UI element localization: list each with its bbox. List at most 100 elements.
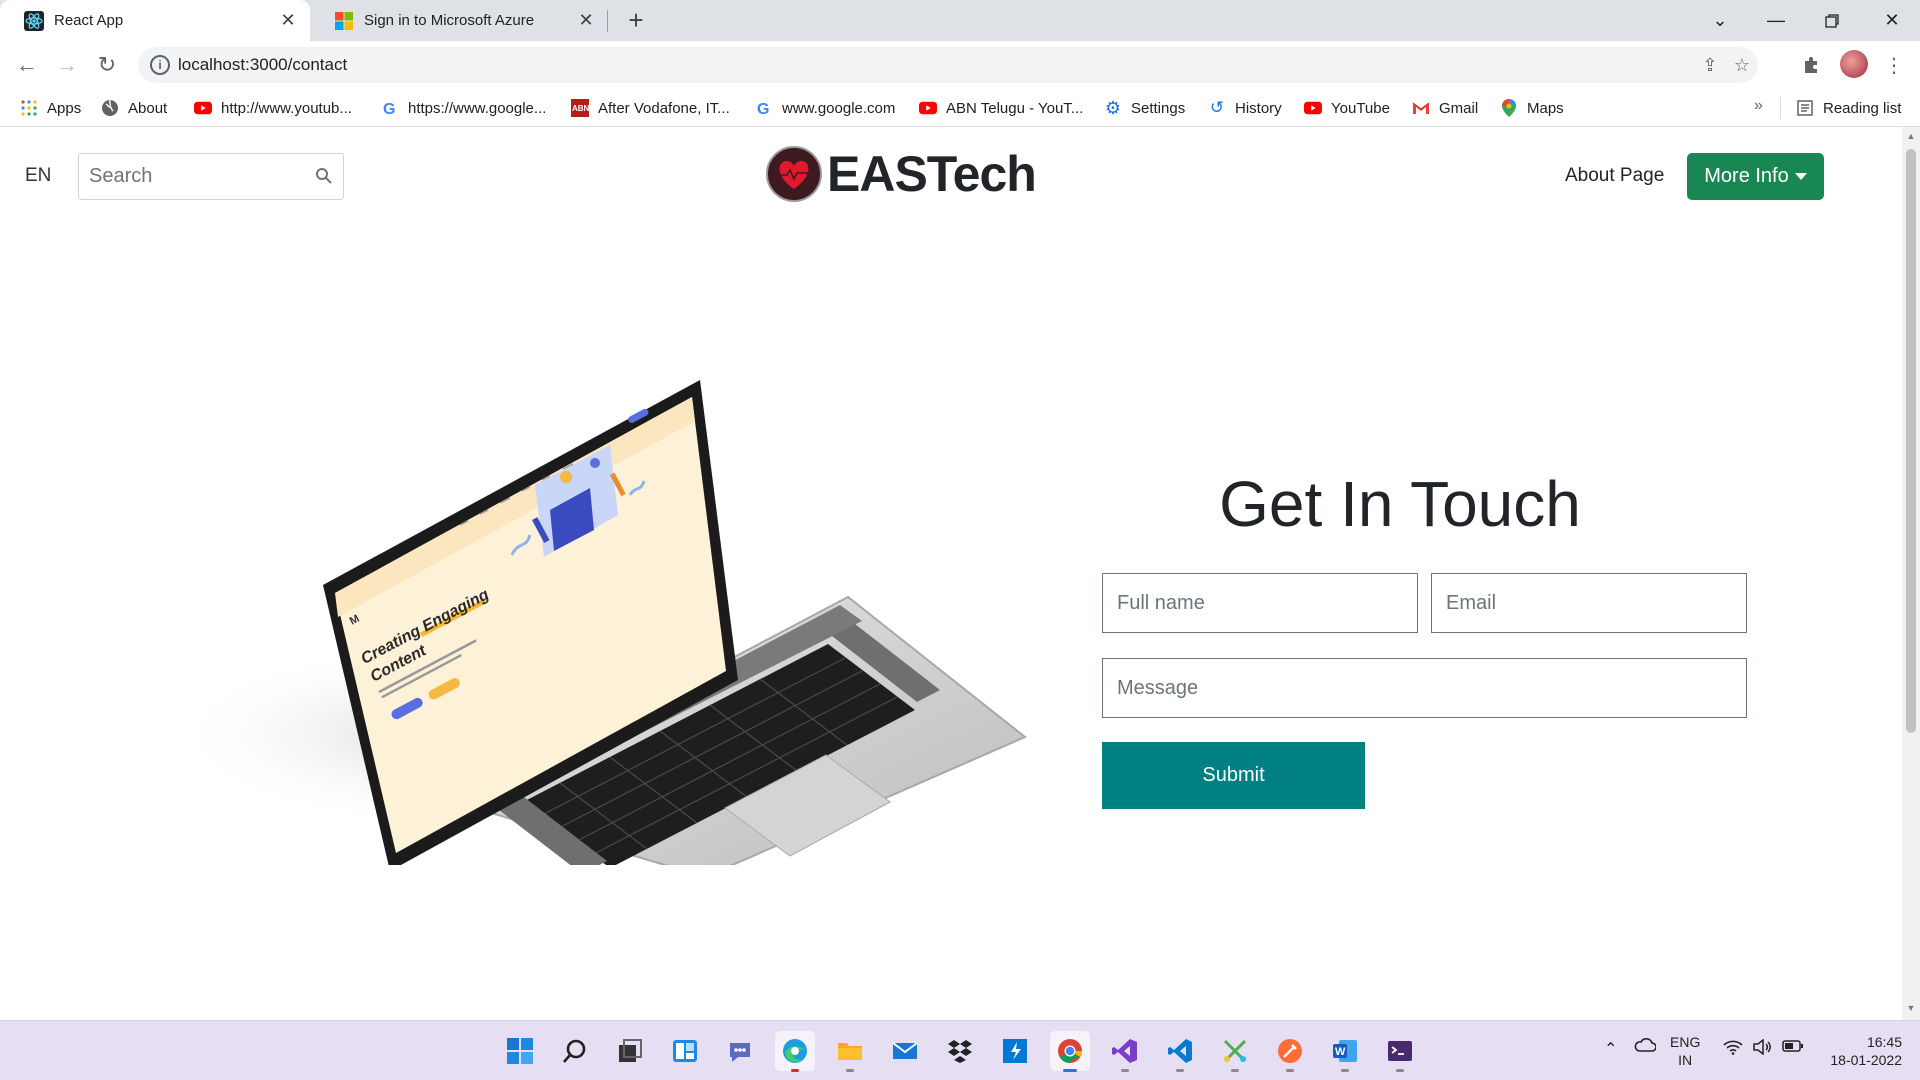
share-icon[interactable]: ⇪ (1698, 53, 1722, 77)
running-indicator (1396, 1069, 1404, 1072)
brand-name: EASTech (827, 146, 1037, 202)
bookmarks-overflow-chevron-icon[interactable]: » (1754, 97, 1763, 115)
page-viewport: EN EASTech About Page More Info (0, 127, 1920, 1020)
word-icon[interactable]: W (1325, 1031, 1365, 1072)
bookmark-settings[interactable]: ⚙ Settings (1104, 96, 1185, 120)
running-indicator (1176, 1069, 1184, 1072)
laptop-illustration: M Creating Engaging Content (170, 380, 1027, 865)
scrollbar-thumb[interactable] (1906, 149, 1916, 733)
wifi-icon[interactable] (1723, 1039, 1743, 1060)
minimize-button[interactable]: — (1748, 0, 1804, 41)
bookmark-vodafone-news[interactable]: ABN After Vodafone, IT... (571, 96, 730, 120)
mail-icon[interactable] (885, 1031, 925, 1071)
running-indicator (1121, 1069, 1129, 1072)
microsoft-icon (334, 11, 354, 31)
forward-arrow-icon[interactable]: → (53, 51, 81, 79)
bookmark-abn-telugu[interactable]: ABN Telugu - YouT... (919, 96, 1083, 120)
volume-icon[interactable] (1752, 1038, 1772, 1060)
close-tab-icon[interactable]: ✕ (276, 9, 300, 33)
url-text[interactable]: localhost:3000/contact (178, 55, 347, 75)
file-explorer-icon[interactable] (830, 1031, 870, 1072)
submit-button[interactable]: Submit (1102, 742, 1365, 809)
edge-icon[interactable] (775, 1031, 815, 1072)
reload-icon[interactable]: ↻ (93, 51, 121, 79)
maps-pin-icon (1500, 99, 1518, 117)
message-input[interactable] (1102, 658, 1747, 718)
close-tab-icon[interactable]: ✕ (574, 9, 598, 33)
bookmark-google-link[interactable]: G https://www.google... (381, 96, 546, 120)
bookmark-google-com[interactable]: G www.google.com (755, 96, 895, 120)
bookmark-gmail[interactable]: Gmail (1412, 96, 1478, 120)
postman-icon[interactable] (1270, 1031, 1310, 1072)
close-window-button[interactable]: ✕ (1864, 0, 1920, 41)
more-info-label: More Info (1704, 165, 1789, 187)
dropbox-icon[interactable] (940, 1031, 980, 1071)
azure-devops-icon[interactable] (995, 1031, 1035, 1071)
bookmark-youtube-link[interactable]: http://www.youtub... (194, 96, 352, 120)
system-clock[interactable]: 16:45 18-01-2022 (1822, 1033, 1902, 1069)
about-page-link[interactable]: About Page (1565, 165, 1664, 187)
bookmark-youtube[interactable]: YouTube (1304, 96, 1390, 120)
tab-azure-sign-in[interactable]: Sign in to Microsoft Azure ✕ (310, 0, 608, 41)
profile-avatar[interactable] (1840, 50, 1868, 78)
bookmark-maps[interactable]: Maps (1500, 96, 1564, 120)
scroll-up-arrow-icon[interactable]: ▲ (1906, 131, 1916, 141)
site-info-icon[interactable]: i (150, 55, 170, 75)
full-name-input[interactable] (1102, 573, 1418, 633)
svg-text:G: G (383, 101, 395, 116)
caret-down-icon (1794, 173, 1807, 180)
visual-studio-icon[interactable] (1105, 1031, 1145, 1072)
address-bar[interactable]: i localhost:3000/contact ⇪ ☆ (138, 47, 1758, 83)
search-icon[interactable] (315, 167, 333, 185)
new-tab-button[interactable]: + (622, 7, 650, 35)
bookmark-about[interactable]: About (101, 96, 167, 120)
running-indicator (791, 1069, 799, 1072)
battery-icon[interactable] (1782, 1039, 1804, 1058)
widgets-icon[interactable] (665, 1031, 705, 1071)
history-icon: ↺ (1209, 98, 1225, 117)
page-scrollbar[interactable]: ▲ ▼ (1902, 127, 1920, 1020)
task-view-icon[interactable] (610, 1031, 650, 1071)
onedrive-cloud-icon[interactable] (1634, 1037, 1657, 1058)
vscode-icon[interactable] (1160, 1031, 1200, 1072)
youtube-icon (919, 99, 937, 117)
tab-react-app[interactable]: React App ✕ (0, 0, 310, 41)
language-selector[interactable]: EN (25, 165, 51, 187)
tab-search-icon[interactable]: ⌄ (1692, 0, 1748, 41)
running-indicator (1341, 1069, 1349, 1072)
menu-kebab-icon[interactable]: ⋮ (1880, 51, 1908, 79)
apps-grid-icon (20, 99, 38, 117)
google-icon: G (755, 99, 773, 117)
start-icon[interactable] (500, 1031, 540, 1071)
teams-chat-icon[interactable] (720, 1031, 760, 1071)
news-icon: ABN (571, 99, 589, 117)
brand-logo[interactable]: EASTech (765, 145, 1037, 203)
svg-text:W: W (1335, 1046, 1346, 1058)
contact-heading: Get In Touch (1219, 468, 1581, 540)
snip-tool-icon[interactable] (1215, 1031, 1255, 1072)
gear-icon: ⚙ (1104, 97, 1122, 118)
tab-title: React App (54, 12, 124, 29)
youtube-icon (1304, 99, 1322, 117)
windows-taskbar: W ⌃ ENG IN 16:45 18-01-2022 (0, 1020, 1920, 1080)
gmail-icon (1412, 99, 1430, 117)
chevron-up-icon[interactable]: ⌃ (1604, 1039, 1617, 1059)
search-icon[interactable] (555, 1031, 595, 1071)
bookmark-apps[interactable]: Apps (20, 96, 81, 120)
svg-text:ABN: ABN (572, 104, 589, 113)
bookmark-star-icon[interactable]: ☆ (1730, 53, 1754, 77)
back-arrow-icon[interactable]: ← (13, 51, 41, 79)
bookmark-history[interactable]: ↺ History (1208, 96, 1282, 120)
scroll-down-arrow-icon[interactable]: ▼ (1906, 1003, 1916, 1013)
terminal-icon[interactable] (1380, 1031, 1420, 1072)
chrome-icon[interactable] (1050, 1031, 1090, 1072)
extensions-puzzle-icon[interactable] (1797, 51, 1825, 79)
search-input[interactable] (79, 154, 309, 199)
input-language-indicator[interactable]: ENG IN (1670, 1033, 1700, 1069)
more-info-dropdown-button[interactable]: More Info (1687, 153, 1824, 200)
react-icon (24, 10, 44, 31)
email-input[interactable] (1431, 573, 1747, 633)
restore-button[interactable] (1804, 0, 1860, 41)
reading-list-button[interactable]: Reading list (1796, 96, 1901, 120)
running-indicator (1231, 1069, 1239, 1072)
